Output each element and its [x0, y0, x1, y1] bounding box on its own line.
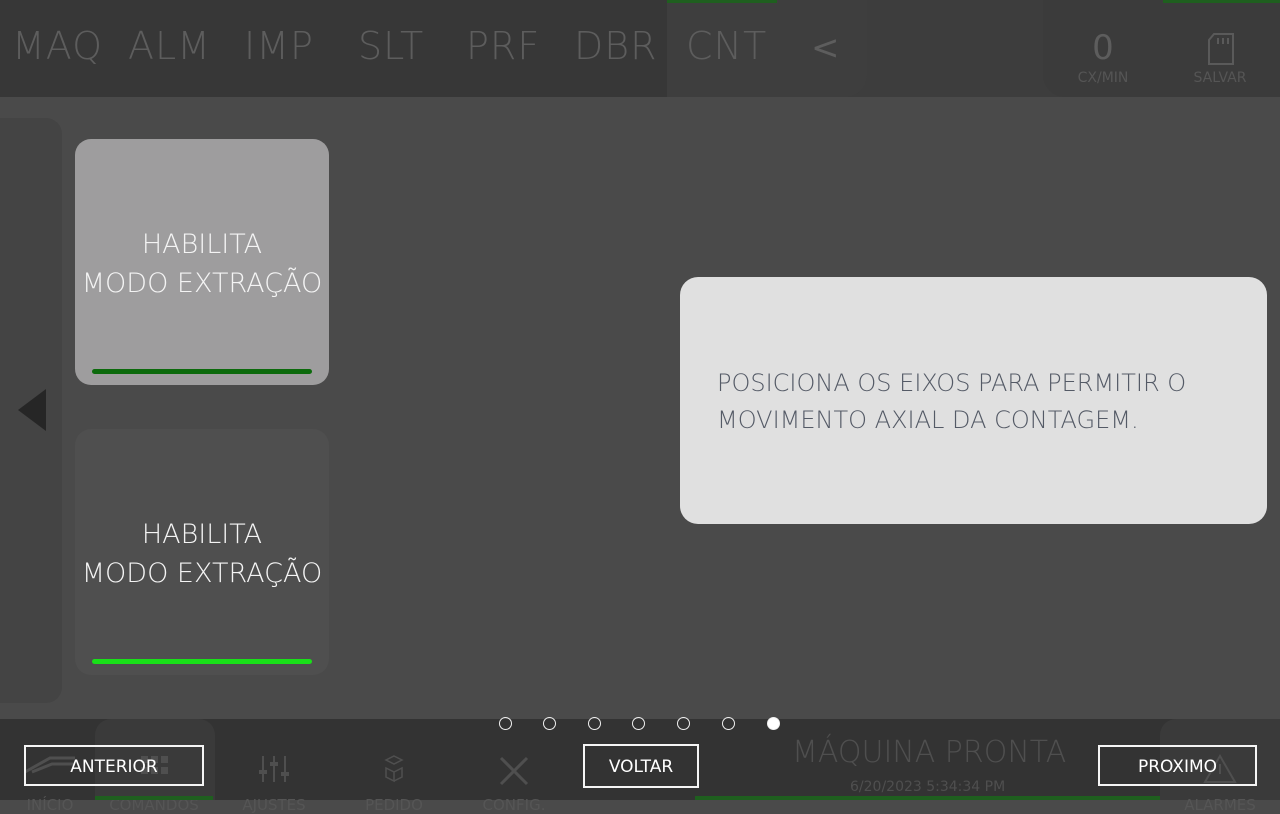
page-dot[interactable] [632, 717, 645, 730]
page-dot[interactable] [722, 717, 735, 730]
nav-label: ALARMES [1184, 796, 1256, 814]
tab-active-indicator [667, 0, 777, 3]
previous-page-arrow-icon[interactable] [18, 389, 46, 431]
save-indicator [1163, 0, 1280, 3]
tab-imp[interactable]: IMP [244, 24, 314, 68]
sd-card-icon[interactable] [1208, 33, 1234, 65]
save-label[interactable]: SALVAR [1180, 70, 1260, 86]
tools-icon [499, 756, 529, 786]
collapse-button[interactable]: < [811, 28, 840, 68]
command-tile-extraction-2[interactable]: HABILITA MODO EXTRAÇÃO [75, 429, 329, 675]
boxes-icon [384, 755, 404, 783]
tile-label: HABILITA MODO EXTRAÇÃO [81, 229, 323, 299]
help-description-box: POSICIONA OS EIXOS PARA PERMITIR O MOVIM… [680, 277, 1267, 524]
tab-prf[interactable]: PRF [466, 24, 540, 68]
tile-status-bar [92, 369, 312, 374]
nav-config[interactable]: CONFIG. [469, 754, 559, 814]
next-button[interactable]: PROXIMO [1098, 745, 1257, 786]
status-timestamp: 6/20/2023 5:34:34 PM [850, 779, 1006, 795]
tab-dbr[interactable]: DBR [574, 24, 658, 68]
command-tile-extraction-1[interactable]: HABILITA MODO EXTRAÇÃO [75, 139, 329, 385]
nav-label: CONFIG. [482, 796, 546, 814]
nav-label: AJUSTES [242, 796, 306, 814]
nav-active-indicator [95, 796, 213, 800]
tab-slt[interactable]: SLT [358, 24, 424, 68]
page-dot-active[interactable] [767, 717, 780, 730]
page-dot[interactable] [677, 717, 690, 730]
nav-label: INÍCIO [26, 796, 74, 814]
tab-alm[interactable]: ALM [128, 24, 211, 68]
sliders-icon [259, 756, 289, 782]
previous-button[interactable]: ANTERIOR [24, 745, 204, 786]
page-dot[interactable] [588, 717, 601, 730]
nav-pedido[interactable]: PEDIDO [349, 754, 439, 814]
tile-label: HABILITA MODO EXTRAÇÃO [81, 519, 323, 589]
rate-unit: CX/MIN [1077, 70, 1129, 86]
tab-maq[interactable]: MAQ [12, 24, 103, 68]
page-dot[interactable] [543, 717, 556, 730]
nav-ajustes[interactable]: AJUSTES [229, 754, 319, 814]
nav-label: PEDIDO [365, 796, 423, 814]
top-nav: MAQ ALM IMP SLT PRF DBR [0, 0, 777, 97]
status-indicator [695, 796, 1160, 800]
tile-status-bar [92, 659, 312, 664]
machine-status: MÁQUINA PRONTA [792, 735, 1067, 770]
page-dot[interactable] [499, 717, 512, 730]
help-description-text: POSICIONA OS EIXOS PARA PERMITIR O MOVIM… [717, 369, 1187, 434]
rate-value: 0 [1092, 28, 1114, 68]
tab-cnt[interactable]: CNT [686, 24, 767, 68]
back-button[interactable]: VOLTAR [583, 744, 699, 788]
